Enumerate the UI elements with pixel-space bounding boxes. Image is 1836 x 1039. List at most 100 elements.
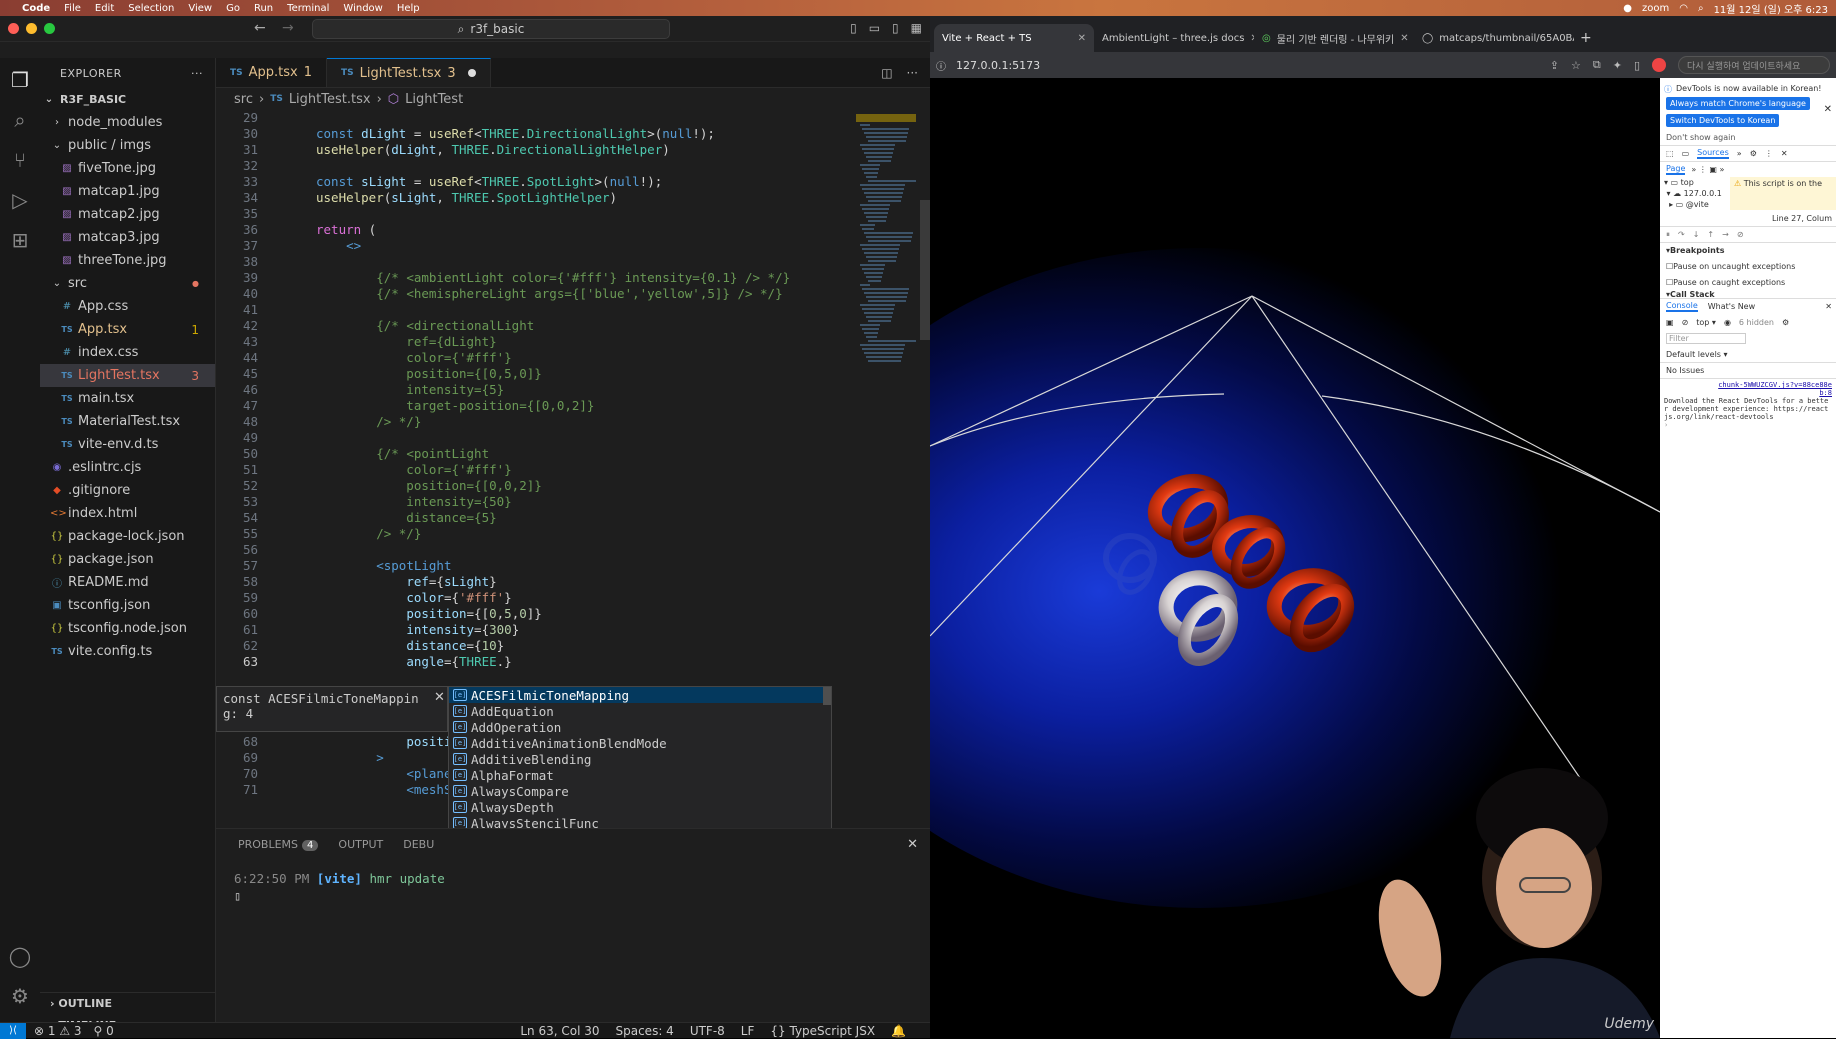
menu-terminal[interactable]: Terminal [287,3,329,14]
code-line[interactable]: position={[0,0,2]} [316,478,541,493]
suggestion-item[interactable]: [e] AlwaysCompare [449,783,831,799]
tree-item[interactable]: ⌄ src ● [40,272,215,295]
dont-show-again-link[interactable]: Don't show again [1660,129,1836,145]
code-line[interactable]: /> */} [316,526,421,541]
pause-uncaught-checkbox[interactable]: ☐ Pause on uncaught exceptions [1660,258,1836,274]
tree-item[interactable]: # App.css [40,295,215,318]
browser-tab-vite[interactable]: Vite + React + TS ✕ [934,24,1094,52]
puzzle-icon[interactable]: ✦ [1613,59,1622,72]
customize-layout-icon[interactable]: ▦ [911,21,922,35]
tree-item[interactable]: ▣ tsconfig.json [40,594,215,617]
tree-item[interactable]: # index.css [40,341,215,364]
status-language[interactable]: {} TypeScript JSX [770,1024,875,1038]
close-panel-icon[interactable]: ✕ [907,837,918,852]
suggestion-item[interactable]: [e] ACESFilmicToneMapping [449,687,831,703]
url-field[interactable]: 127.0.0.1:5173 [956,59,1040,72]
code-line[interactable]: <plane [316,766,451,781]
code-line[interactable]: target-position={[0,0,2]} [316,398,594,413]
explorer-root[interactable]: ⌄ R3F_BASIC [40,88,215,111]
code-line[interactable]: const sLight = useRef<THREE.SpotLight>(n… [316,174,662,189]
menu-edit[interactable]: Edit [95,3,114,14]
console-filter[interactable]: Filter [1660,330,1836,346]
tree-item[interactable]: ◆ .gitignore [40,479,215,502]
code-line[interactable]: distance={5} [316,510,496,525]
close-icon[interactable]: ✕ [1078,33,1086,44]
tree-item[interactable]: › node_modules [40,111,215,134]
tree-item[interactable]: <> index.html [40,502,215,525]
code-line[interactable]: color={'#fff'} [316,590,511,605]
tree-item[interactable]: TS App.tsx 1 [40,318,215,341]
code-line[interactable]: {/* <ambientLight color={'#fff'} intensi… [316,270,790,285]
menu-help[interactable]: Help [397,3,420,14]
call-stack-header[interactable]: ▾ Call Stack [1660,290,1836,298]
menu-view[interactable]: View [188,3,212,14]
menu-go[interactable]: Go [226,3,240,14]
code-line[interactable]: /> */} [316,414,421,429]
toggle-sidebar-icon[interactable]: ▯ [850,21,857,35]
extension-icon[interactable]: ⧉ [1593,58,1601,72]
suggestion-item[interactable]: [e] AdditiveAnimationBlendMode [449,735,831,751]
sidepanel-icon[interactable]: ▯ [1634,59,1640,72]
maximize-window-button[interactable] [44,23,55,34]
tree-host[interactable]: ▾ ☁ 127.0.0.1 [1664,188,1730,199]
wifi-icon[interactable]: ◠ [1679,3,1688,14]
close-icon[interactable]: ✕ [1825,302,1832,311]
code-line[interactable]: <spotLight [316,558,451,573]
code-line[interactable]: > [316,750,384,765]
outline-section[interactable]: › OUTLINE [40,992,216,1014]
console-prompt[interactable]: › [1664,421,1832,429]
more-icon[interactable]: ··· [191,67,203,80]
tree-item[interactable]: ▨ fiveTone.jpg [40,157,215,180]
switch-korean-button[interactable]: Switch DevTools to Korean [1666,114,1780,127]
step-out-icon[interactable]: ↑ [1707,230,1714,239]
code-line[interactable]: positi [316,734,451,749]
status-ports[interactable]: ⚲ 0 [94,1024,114,1038]
status-indentation[interactable]: Spaces: 4 [616,1024,674,1038]
search-icon[interactable]: ⌕ [14,108,25,132]
tree-item[interactable]: {} package-lock.json [40,525,215,548]
step-into-icon[interactable]: ↓ [1693,230,1700,239]
step-icon[interactable]: → [1722,230,1729,239]
code-line[interactable]: {/* <hemisphereLight args={['blue','yell… [316,286,782,301]
code-line[interactable]: {/* <pointLight [316,446,489,461]
breadcrumb-symbol[interactable]: LightTest [405,92,463,107]
tab-lighttest-tsx[interactable]: TS LightTest.tsx 3 [327,58,491,87]
gear-icon[interactable]: ⚙ [11,984,29,1008]
profile-avatar[interactable] [1652,58,1666,72]
code-line[interactable]: color={'#fff'} [316,462,511,477]
more-actions-icon[interactable]: ··· [907,66,918,80]
code-line[interactable]: const dLight = useRef<THREE.DirectionalL… [316,126,715,141]
clear-icon[interactable]: ⊘ [1682,318,1689,327]
menu-run[interactable]: Run [254,3,273,14]
code-line[interactable]: intensity={5} [316,382,504,397]
record-icon[interactable]: ● [1623,3,1632,14]
zoom-label[interactable]: zoom [1642,3,1669,14]
tree-item[interactable]: TS vite-env.d.ts [40,433,215,456]
tab-whats-new[interactable]: What's New [1708,302,1755,311]
tree-item[interactable]: ⌄ public / imgs [40,134,215,157]
toggle-panel-icon[interactable]: ▭ [869,21,880,35]
terminal-cursor[interactable]: ▯ [234,889,241,903]
tree-item[interactable]: {} tsconfig.node.json [40,617,215,640]
site-info-icon[interactable]: ⓘ [936,58,946,73]
kebab-icon[interactable]: ⋮ [1765,149,1773,158]
minimap[interactable] [856,110,916,370]
tree-item[interactable]: ▨ matcap2.jpg [40,203,215,226]
sidebar-icon[interactable]: ▣ [1666,318,1674,327]
status-encoding[interactable]: UTF-8 [690,1024,725,1038]
menu-selection[interactable]: Selection [128,3,174,14]
code-line[interactable]: {/* <directionalLight [316,318,534,333]
new-tab-button[interactable]: + [1580,30,1592,46]
match-language-button[interactable]: Always match Chrome's language [1666,97,1810,110]
code-line[interactable]: useHelper(sLight, THREE.SpotLightHelper) [316,190,617,205]
code-line[interactable]: <meshS [316,782,451,797]
status-problems[interactable]: ⊗ 1 ⚠ 3 [34,1024,82,1038]
menu-file[interactable]: File [64,3,81,14]
tree-top[interactable]: ▾ ▭ top [1664,177,1730,188]
status-eol[interactable]: LF [741,1024,755,1038]
more-tabs-icon[interactable]: » [1737,149,1742,158]
status-cursor-position[interactable]: Ln 63, Col 30 [520,1024,599,1038]
code-line[interactable]: angle={THREE.} [316,654,511,669]
close-icon[interactable]: ✕ [434,690,445,705]
tab-output[interactable]: OUTPUT [338,838,383,851]
